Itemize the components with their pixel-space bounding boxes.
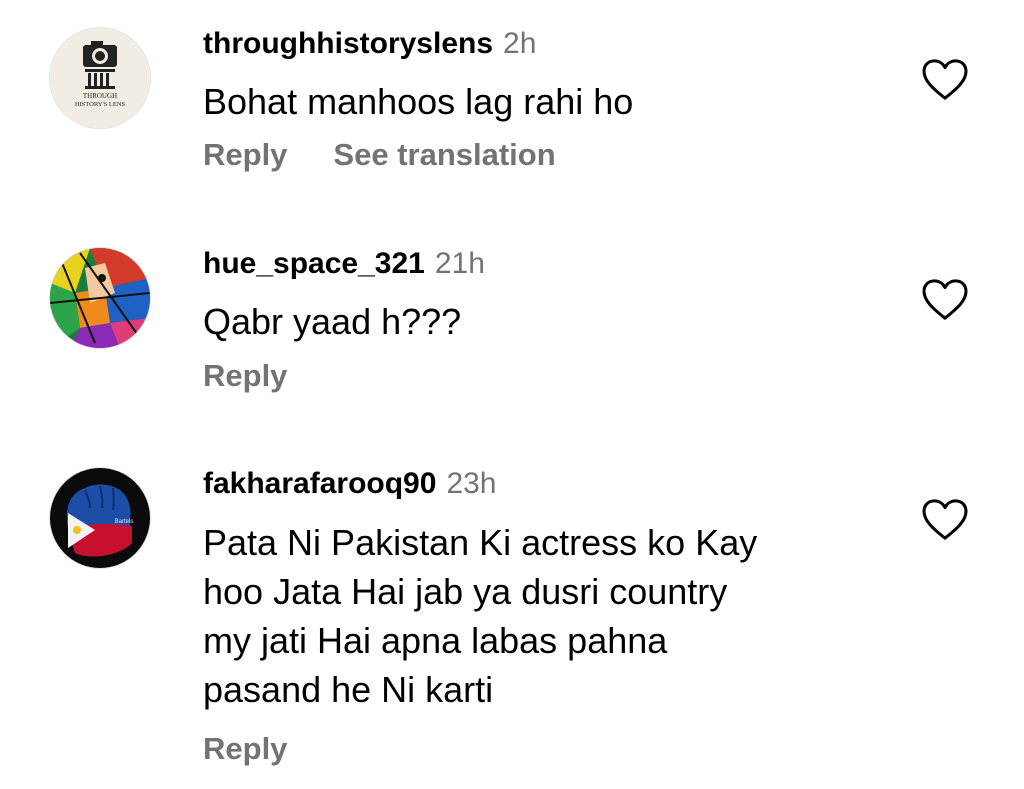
comment-text-line: my jati Hai apna labas pahna xyxy=(203,620,668,661)
username[interactable]: fakharafarooq90 xyxy=(203,467,436,500)
timestamp: 23h xyxy=(446,467,497,500)
comment-text-line: pasand he Ni karti xyxy=(203,669,494,710)
comment-text-line: hoo Jata Hai jab ya dusri country xyxy=(203,571,728,612)
avatar[interactable]: Bartels xyxy=(49,467,151,569)
comment-text: Pata Ni Pakistan Ki actress ko Kay hoo J… xyxy=(203,518,843,714)
svg-text:Bartels: Bartels xyxy=(115,519,134,525)
comment-item: Bartels fakharafarooq90 23h Pata Ni Pakis… xyxy=(0,0,1024,789)
comment-text-line: Pata Ni Pakistan Ki actress ko Kay xyxy=(203,522,758,563)
like-button[interactable] xyxy=(922,499,968,541)
philippine-flag-fist-icon: Bartels xyxy=(50,468,150,568)
comment-header: fakharafarooq90 23h xyxy=(203,466,497,502)
reply-button[interactable]: Reply xyxy=(203,731,287,766)
heart-outline-icon xyxy=(922,499,968,540)
comment-actions: Reply xyxy=(203,730,287,768)
